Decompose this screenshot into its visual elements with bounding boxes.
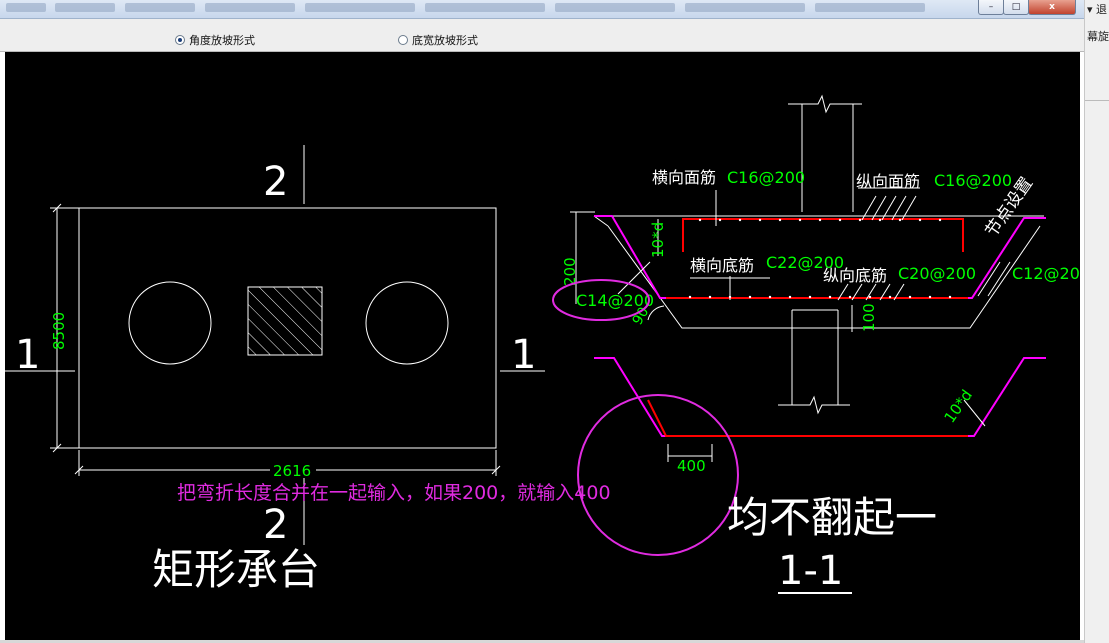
cad-drawing: 2 2 1 1 8500 2616 矩形承台 200 10*d 90 100 横…: [5, 94, 1080, 594]
dim-200-value: 200: [561, 257, 579, 286]
titlebar-blurred-text: [305, 3, 415, 12]
dim-10d-bottom-value: 10*d: [941, 386, 976, 426]
annotation-note: 把弯折长度合并在一起输入，如果200，就输入400: [177, 482, 611, 504]
titlebar-blurred-text: [125, 3, 195, 12]
value-top-longitudinal: C16@200: [934, 171, 1012, 190]
radio-unselected-icon[interactable]: [398, 35, 408, 45]
pile-left-circle: [128, 281, 212, 365]
label-bottom-longitudinal: 纵向底筋: [823, 266, 887, 285]
radio-selected-icon[interactable]: [175, 35, 185, 45]
close-button[interactable]: x: [1028, 0, 1076, 15]
value-bottom-longitudinal: C20@200: [898, 264, 976, 283]
label-top-transverse: 横向面筋: [652, 168, 716, 187]
titlebar-blurred-text: [815, 3, 925, 12]
plan-caption: 矩形承台: [152, 545, 320, 594]
radio-width-slope[interactable]: 底宽放坡形式: [398, 32, 478, 48]
section-mark-right: 1: [511, 332, 536, 378]
dim-10d-top-value: 10*d: [649, 222, 667, 258]
window-titlebar: – □ x: [0, 0, 1084, 19]
value-side-right: C12@200: [1012, 264, 1080, 283]
maximize-button[interactable]: □: [1003, 0, 1029, 15]
column-break-top: [788, 94, 862, 114]
background-app-label: 幕旋: [1087, 30, 1109, 43]
dim-height-value: 8500: [50, 312, 68, 350]
plan-view: 2 2 1 1 8500 2616 矩形承台: [5, 145, 545, 594]
column-hatched: [247, 286, 323, 356]
background-app-strip: ▾ 退 幕旋: [1084, 0, 1109, 643]
titlebar-blurred-text: [685, 3, 805, 12]
radio-angle-slope[interactable]: 角度放坡形式: [175, 32, 255, 48]
label-top-longitudinal: 纵向面筋: [856, 172, 920, 191]
cad-drawing-canvas: 2 2 1 1 8500 2616 矩形承台 200 10*d 90 100 横…: [5, 52, 1080, 640]
divider: [1085, 100, 1109, 101]
pile-right-circle: [365, 281, 449, 365]
titlebar-blurred-text: [555, 3, 675, 12]
dim-100-value: 100: [860, 303, 878, 332]
dim-width-value: 2616: [273, 462, 311, 480]
titlebar-blurred-text: [425, 3, 545, 12]
value-top-transverse: C16@200: [727, 168, 805, 187]
label-bottom-transverse: 横向底筋: [690, 256, 754, 275]
minimize-button[interactable]: –: [978, 0, 1004, 15]
value-side-left: C14@200: [576, 291, 654, 310]
titlebar-blurred-text: [6, 3, 46, 12]
detail-rebar-left: [594, 357, 712, 437]
section-mark-left: 1: [15, 332, 40, 378]
rebar-top: [682, 218, 964, 252]
cap-corner: [593, 215, 609, 227]
section-mark-top: 2: [263, 159, 288, 205]
titlebar-blurred-text: [205, 3, 295, 12]
dim-400-value: 400: [677, 457, 706, 475]
titlebar-blurred-text: [55, 3, 115, 12]
section-caption-number: 1-1: [778, 548, 843, 594]
background-app-menu[interactable]: ▾ 退: [1087, 1, 1107, 17]
radio-angle-slope-label: 角度放坡形式: [189, 34, 255, 47]
detail-rebar-right: [930, 357, 1046, 437]
pile-break: [778, 395, 850, 415]
radio-width-slope-label: 底宽放坡形式: [412, 34, 478, 47]
section-caption-main: 均不翻起一: [727, 493, 937, 542]
slope-mode-options: 角度放坡形式 底宽放坡形式: [0, 19, 1084, 52]
section-mark-bottom: 2: [263, 502, 288, 548]
